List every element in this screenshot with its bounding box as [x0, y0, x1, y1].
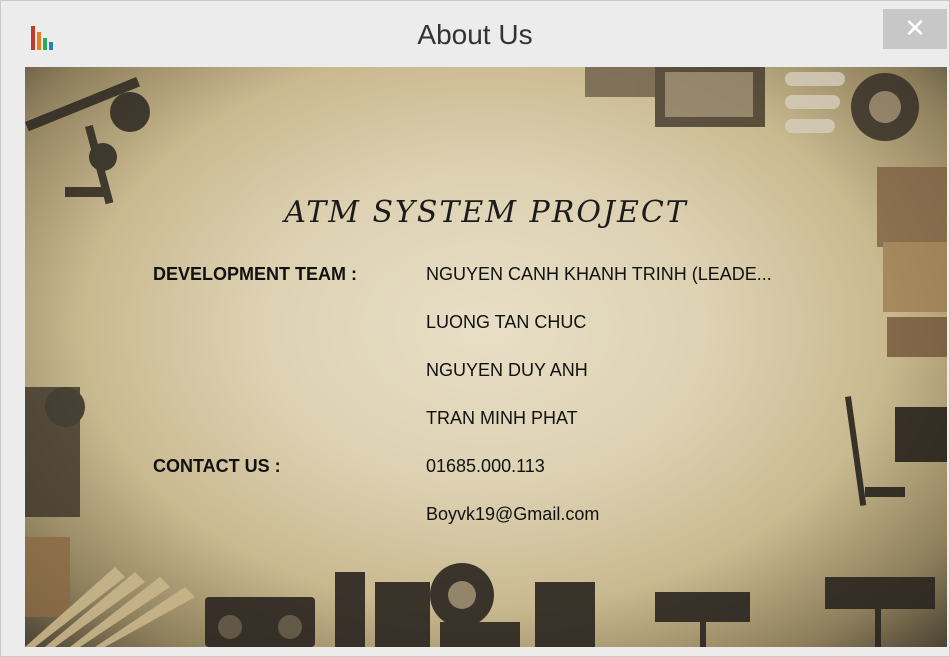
team-member-3: NGUYEN DUY ANH	[426, 360, 588, 380]
title-bar: About Us ✕	[1, 1, 949, 67]
contact-us-label: CONTACT US :	[153, 456, 281, 476]
vintage-background-art	[25, 67, 947, 647]
project-title: ATM SYSTEM PROJECT	[284, 195, 688, 230]
window-bottom-border	[25, 647, 947, 656]
close-icon: ✕	[904, 14, 926, 44]
team-member-4: TRAN MINH PHAT	[426, 408, 578, 428]
about-content-panel: ATM SYSTEM PROJECT DEVELOPMENT TEAM : NG…	[25, 67, 947, 647]
contact-email: Boyvk19@Gmail.com	[426, 504, 600, 524]
team-member-1: NGUYEN CANH KHANH TRINH (LEADE...	[426, 264, 772, 284]
development-team-label: DEVELOPMENT TEAM :	[153, 264, 358, 284]
about-us-window: About Us ✕ ATM SYSTEM PROJECT DEVELOPMEN…	[0, 0, 950, 657]
team-member-2: LUONG TAN CHUC	[426, 312, 587, 332]
window-title: About Us	[417, 19, 533, 50]
close-button[interactable]: ✕	[883, 9, 947, 49]
contact-phone: 01685.000.113	[426, 456, 545, 476]
